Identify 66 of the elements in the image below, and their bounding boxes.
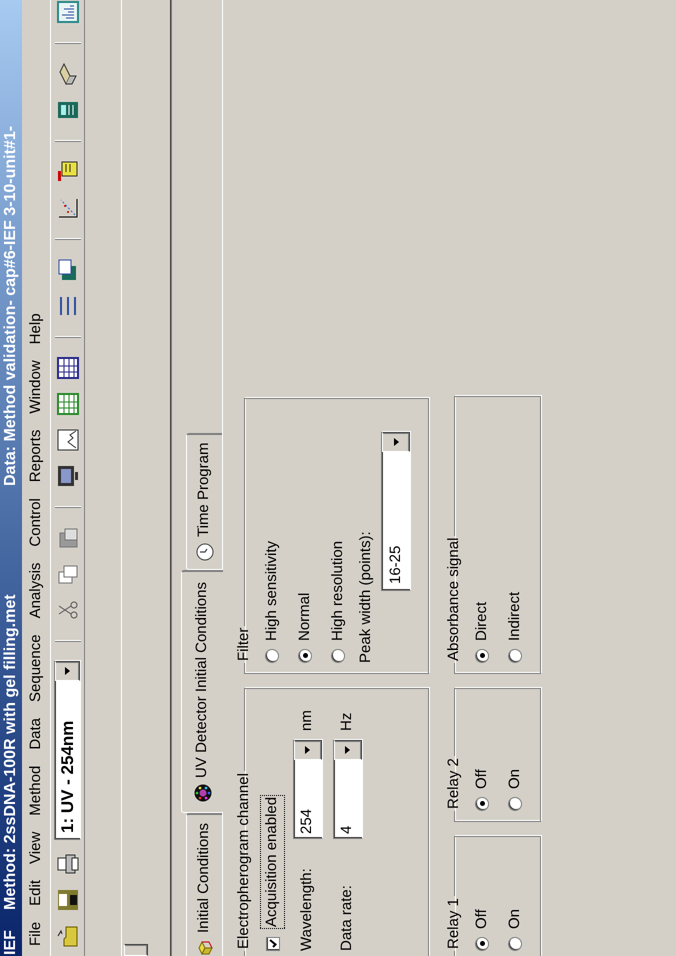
- dropdown-button[interactable]: [382, 432, 410, 452]
- unit-label: nm: [297, 710, 316, 731]
- radio-button[interactable]: [475, 649, 489, 663]
- dropdown-button[interactable]: [294, 740, 322, 760]
- menu-item[interactable]: Window: [24, 352, 48, 422]
- window-title: Data: Method validation- cap#6-IEF 3-10-unit#1-: [1, 126, 20, 486]
- option-label: Direct: [472, 602, 491, 641]
- menu-item[interactable]: Help: [24, 305, 48, 352]
- open-folder-icon[interactable]: [56, 924, 80, 948]
- grid-icon[interactable]: [56, 356, 80, 380]
- menu-item[interactable]: File: [24, 914, 48, 954]
- field-label: Data rate:: [337, 884, 356, 951]
- field-label: Wavelength:: [297, 867, 316, 951]
- group-label: Electropherogram channel: [234, 772, 253, 951]
- radio-button[interactable]: [331, 649, 345, 663]
- channel-dropdown[interactable]: 1: UV - 254nm: [54, 660, 81, 840]
- radio-button[interactable]: [298, 649, 312, 663]
- option-label: Off: [472, 909, 491, 929]
- window-title: IEF: [1, 929, 20, 956]
- checkbox-label: Acquisition enabled: [260, 794, 285, 929]
- group-label: Filter: [234, 626, 253, 663]
- color-wheel-icon: [194, 784, 212, 802]
- group-label: Absorbance signal: [444, 536, 463, 663]
- unit-label: Hz: [337, 712, 356, 731]
- menu-item[interactable]: Control: [24, 490, 48, 555]
- radio-button[interactable]: [475, 797, 489, 811]
- tab[interactable]: UV Detector Initial Conditions: [181, 570, 223, 813]
- radio-button[interactable]: [475, 937, 489, 951]
- menu-item[interactable]: Analysis: [24, 554, 48, 626]
- option-label: Normal: [294, 592, 314, 641]
- menu-item[interactable]: Reports: [24, 422, 48, 490]
- menu-item[interactable]: Edit: [24, 872, 48, 914]
- dropdown-button[interactable]: [334, 740, 362, 760]
- option-label: Off: [472, 769, 491, 789]
- menu-item[interactable]: Method: [24, 758, 48, 824]
- chart-icon[interactable]: [56, 0, 80, 24]
- option-label: High sensitivity: [262, 540, 281, 641]
- option-label: Indirect: [504, 592, 524, 641]
- clock-icon: [196, 543, 214, 561]
- dropdown-field[interactable]: 16-25: [381, 431, 411, 591]
- dropdown-field[interactable]: 254: [292, 739, 322, 839]
- option-label: On: [504, 908, 524, 929]
- menu-item[interactable]: Sequence: [24, 626, 48, 710]
- tab[interactable]: Initial Conditions: [186, 812, 222, 956]
- dropdown-button[interactable]: [55, 661, 80, 681]
- radio-button[interactable]: [508, 797, 522, 811]
- monitor-icon[interactable]: [56, 464, 80, 488]
- option-label: On: [504, 768, 524, 789]
- group-label: Relay 2: [444, 757, 463, 811]
- menu-item[interactable]: Data: [24, 710, 48, 758]
- radio-button[interactable]: [508, 649, 522, 663]
- radio-button[interactable]: [508, 937, 522, 951]
- radio-button[interactable]: [265, 649, 279, 663]
- image-icon[interactable]: [56, 428, 80, 452]
- tab[interactable]: Time Program: [186, 432, 222, 570]
- menu-item[interactable]: View: [24, 824, 48, 872]
- checkmark-icon: [268, 940, 276, 948]
- printer-icon[interactable]: [56, 852, 80, 876]
- instrument-icon[interactable]: [56, 160, 80, 184]
- window-title: Method: 2ssDNA-100R with gel filling.met: [1, 593, 20, 910]
- checkbox[interactable]: [266, 937, 280, 951]
- field-label: Peak width (points):: [356, 530, 374, 663]
- save-icon[interactable]: [56, 888, 80, 912]
- option-label: High resolution: [328, 540, 347, 641]
- dropdown-field[interactable]: 4: [332, 739, 362, 839]
- group-label: Relay 1: [444, 897, 463, 951]
